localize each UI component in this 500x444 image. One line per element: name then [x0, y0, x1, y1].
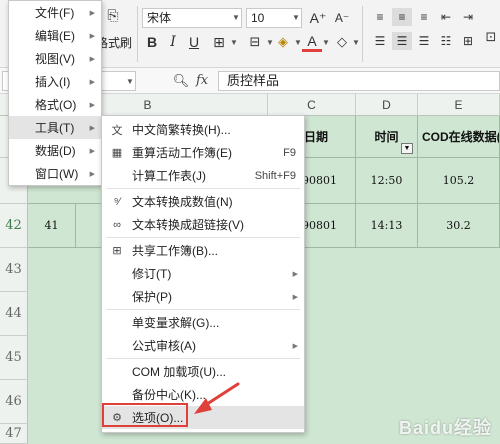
zoom-icon[interactable]: 🔍︎ [172, 71, 190, 91]
tools-submenu: 文中文简繁转换(H)... ▦ 重算活动工作簿(E) F9 计算工作表(J) Shif… [101, 115, 305, 433]
decrease-font-button[interactable]: A⁻ [332, 8, 352, 28]
column-header-c[interactable]: C [268, 94, 356, 116]
highlight-box [102, 403, 188, 427]
menu-item-text-to-hyperlink[interactable]: ∞ 文本转换成超链接(V) [102, 213, 304, 236]
fx-label[interactable]: fx [196, 73, 208, 88]
font-name-dropdown-icon[interactable]: ▼ [232, 13, 240, 22]
border-icon[interactable]: ⊞ [208, 32, 230, 52]
menu-item-protect[interactable]: 保护(P) ▶ [102, 285, 304, 308]
menu-item-calc-sheet[interactable]: 计算工作表(J) Shift+F9 [102, 164, 304, 187]
submenu-arrow-icon: ▶ [89, 147, 95, 155]
menu-divider [106, 237, 300, 238]
submenu-arrow-icon: ▶ [292, 342, 298, 350]
share-workbook-icon: ⊞ [112, 245, 122, 257]
recalc-icon: ▦ [111, 147, 123, 159]
row-header-42[interactable]: 42 [0, 204, 28, 248]
menu-item-chinese-conversion[interactable]: 文中文简繁转换(H)... [102, 118, 304, 141]
watermark-logo: Baidu经验 [398, 418, 492, 438]
time-cell[interactable]: 14:13 [356, 204, 418, 248]
hyperlink-icon: ∞ [113, 218, 121, 231]
menu-item-com-addins[interactable]: COM 加载项(U)... [102, 360, 304, 383]
cod-header-cell[interactable]: COD在线数据(m [418, 116, 500, 158]
align-top-icon[interactable]: ≡ [370, 8, 390, 26]
font-name-field[interactable]: 宋体 [142, 8, 242, 28]
menu-divider [106, 188, 300, 189]
eraser-icon[interactable]: ◇ [332, 32, 352, 52]
submenu-arrow-icon: ▶ [89, 78, 95, 86]
row-header-46[interactable]: 46 [0, 380, 28, 424]
row-header-47[interactable]: 47 [0, 424, 28, 444]
menu-item-recalc-workbook[interactable]: ▦ 重算活动工作簿(E) F9 [102, 141, 304, 164]
paste-icon[interactable]: ⎘ [104, 6, 122, 24]
border-dropdown-icon[interactable]: ▼ [230, 38, 238, 47]
menu-item-share-workbook[interactable]: ⊞ 共享工作簿(B)... [102, 239, 304, 262]
menu-item-edit[interactable]: 编辑(E) ▶ [9, 24, 101, 47]
menu-item-formula-audit[interactable]: 公式审核(A) ▶ [102, 334, 304, 357]
menu-item-view[interactable]: 视图(V) ▶ [9, 47, 101, 70]
menu-item-format[interactable]: 格式(O) ▶ [9, 93, 101, 116]
row-header-44[interactable]: 44 [0, 292, 28, 336]
text-to-number-icon: ⁹⁄ [113, 195, 121, 208]
indent-increase-icon[interactable]: ⇥ [458, 8, 478, 26]
align-left-icon[interactable]: ☰ [370, 32, 390, 50]
align-right-icon[interactable]: ☰ [414, 32, 434, 50]
submenu-arrow-icon: ▶ [89, 32, 95, 40]
menu-item-file[interactable]: 文件(F) ▶ [9, 1, 101, 24]
menu-item-insert[interactable]: 插入(I) ▶ [9, 70, 101, 93]
submenu-arrow-icon: ▶ [89, 170, 95, 178]
italic-icon[interactable]: I [164, 32, 182, 52]
chinese-conversion-icon: 文 [111, 124, 123, 137]
time-header-cell[interactable]: 时间 ▼ [356, 116, 418, 158]
bold-icon[interactable]: B [142, 32, 162, 52]
column-header-e[interactable]: E [418, 94, 500, 116]
distribute-icon[interactable]: ⊞ [458, 32, 478, 50]
cod-cell[interactable]: 30.2 [418, 204, 500, 248]
align-bottom-icon[interactable]: ≡ [414, 8, 434, 26]
menu-item-tools[interactable]: 工具(T) ▶ [9, 116, 101, 139]
row-header-43[interactable]: 43 [0, 248, 28, 292]
align-center-icon[interactable]: ☰ [392, 32, 412, 50]
justify-icon[interactable]: ☷ [436, 32, 456, 50]
font-color-dropdown-icon[interactable]: ▼ [322, 38, 330, 47]
menu-divider [106, 358, 300, 359]
fill-color-icon[interactable]: ◈ [272, 32, 294, 52]
column-header-d[interactable]: D [356, 94, 418, 116]
align-middle-icon[interactable]: ≡ [392, 8, 412, 26]
submenu-arrow-icon: ▶ [292, 293, 298, 301]
submenu-arrow-icon: ▶ [89, 9, 95, 17]
menu-item-goal-seek[interactable]: 单变量求解(G)... [102, 311, 304, 334]
merge-icon[interactable]: ⊡ [482, 26, 500, 48]
submenu-arrow-icon: ▶ [89, 124, 95, 132]
time-cell[interactable]: 12:50 [356, 158, 418, 204]
row-header-45[interactable]: 45 [0, 336, 28, 380]
font-color-icon[interactable]: A [302, 32, 322, 52]
menu-item-text-to-number[interactable]: ⁹⁄ 文本转换成数值(N) [102, 190, 304, 213]
cod-cell[interactable]: 105.2 [418, 158, 500, 204]
submenu-arrow-icon: ▶ [89, 101, 95, 109]
grid-icon[interactable]: ⊟ [244, 32, 266, 52]
id-cell[interactable]: 41 [28, 204, 76, 248]
eraser-dropdown-icon[interactable]: ▼ [352, 38, 360, 47]
submenu-arrow-icon: ▶ [292, 270, 298, 278]
indent-decrease-icon[interactable]: ⇤ [436, 8, 456, 26]
submenu-arrow-icon: ▶ [89, 55, 95, 63]
filter-dropdown-icon[interactable]: ▼ [401, 143, 413, 154]
menu-divider [106, 309, 300, 310]
underline-icon[interactable]: U [184, 32, 204, 52]
menu-item-data[interactable]: 数据(D) ▶ [9, 139, 101, 162]
menu-item-revision[interactable]: 修订(T) ▶ [102, 262, 304, 285]
fill-color-dropdown-icon[interactable]: ▼ [294, 38, 302, 47]
time-header-label: 时间 [374, 130, 399, 144]
formula-input[interactable]: 质控样品 [218, 71, 500, 91]
main-menu: 文件(F) ▶ 编辑(E) ▶ 视图(V) ▶ 插入(I) ▶ 格式(O) ▶ 工具(T)… [8, 0, 102, 186]
font-size-dropdown-icon[interactable]: ▼ [292, 13, 300, 22]
menu-item-window[interactable]: 窗口(W) ▶ [9, 162, 101, 185]
increase-font-button[interactable]: A⁺ [308, 8, 328, 28]
name-box-dropdown-icon[interactable]: ▼ [126, 77, 134, 86]
